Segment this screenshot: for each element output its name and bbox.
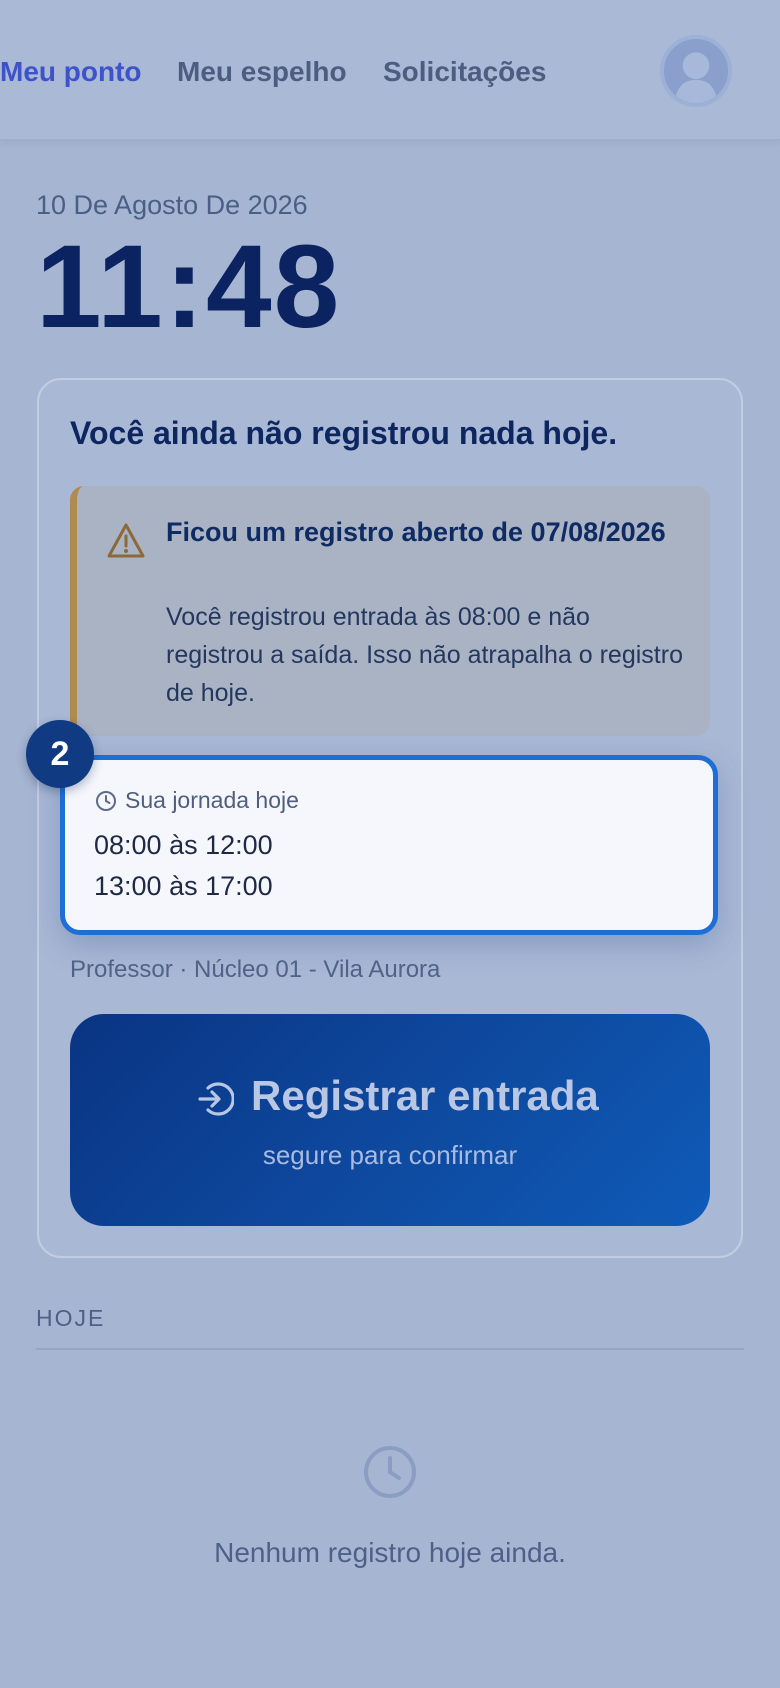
register-entry-button[interactable] [70,1014,710,1226]
nav-tab-solicitacoes[interactable]: Solicitações [383,56,546,88]
warning-text: Você registrou entrada às 08:00 e não re… [166,603,683,707]
card-title: Você ainda não registrou nada hoje. [70,415,618,451]
empty-clock-icon [364,1446,416,1498]
empty-records-text: Nenhum registro hoje ainda. [214,1537,566,1568]
warning-title: Ficou um registro aberto de 07/08/2026 [166,517,666,547]
nav-tab-meu-espelho[interactable]: Meu espelho [177,56,347,88]
journey-period-afternoon: 13:00 às 17:00 [94,871,273,901]
tutorial-step-badge: 2 [26,720,94,788]
login-arrow-icon [198,1082,234,1116]
journey-period-morning: 08:00 às 12:00 [94,830,273,860]
nav-tab-meu-ponto[interactable]: Meu ponto [0,56,142,88]
register-entry-label[interactable]: Registrar entrada [251,1072,599,1120]
current-date: 10 De Agosto De 2026 [36,190,308,220]
clock-icon [96,791,116,811]
user-avatar[interactable] [660,35,732,107]
current-time: 11:48 [36,221,342,353]
role-location: Professor · Núcleo 01 - Vila Aurora [70,956,441,983]
warning-triangle-icon [107,523,145,558]
journey-label: Sua jornada hoje [125,787,299,813]
section-divider [36,1348,744,1350]
user-silhouette-icon [674,52,718,103]
today-heading: HOJE [36,1305,106,1331]
register-entry-sublabel: segure para confirmar [262,1140,518,1170]
